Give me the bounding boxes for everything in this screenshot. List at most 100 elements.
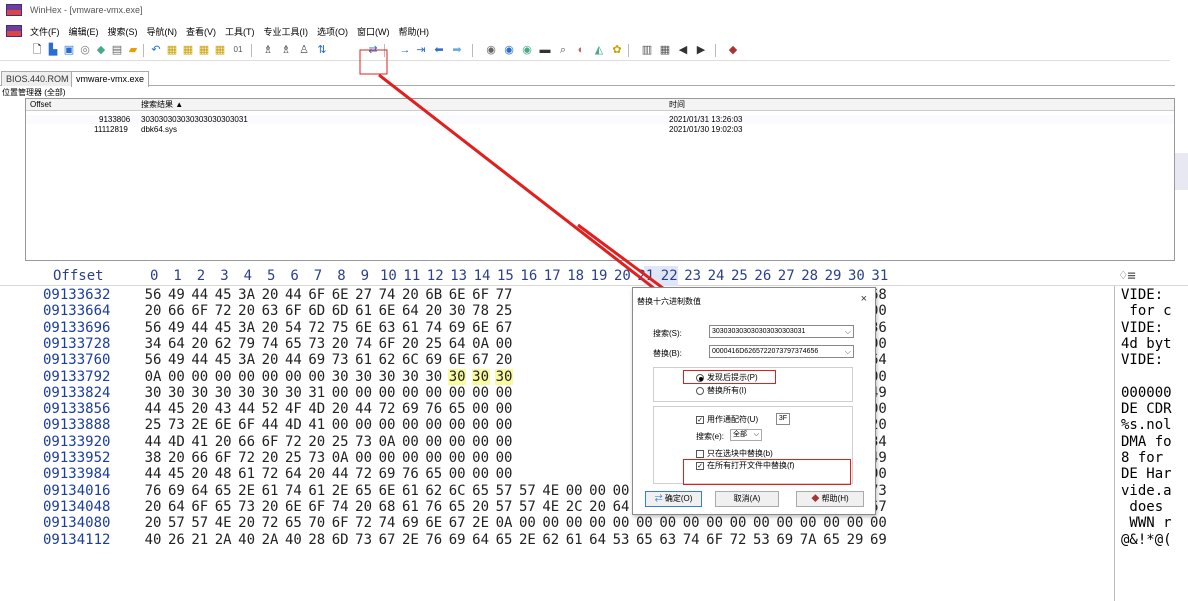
paste-block-icon[interactable]: ▦ <box>213 43 227 57</box>
wildcard-input[interactable]: 3F <box>776 413 790 425</box>
hex-byte[interactable]: 20 <box>425 303 443 319</box>
replace-hex-icon[interactable]: ⇅ <box>315 43 329 57</box>
hex-byte[interactable]: 45 <box>167 466 185 482</box>
hex-byte[interactable]: 74 <box>261 336 279 352</box>
hex-byte[interactable]: 3A <box>238 287 256 303</box>
position-manager-list[interactable]: Offset 搜索结果 ▲ 时间 9133806 303030303030303… <box>25 98 1175 261</box>
hex-byte[interactable]: 30 <box>238 385 256 401</box>
hex-byte[interactable]: 00 <box>612 483 630 499</box>
hex-byte[interactable]: 00 <box>355 450 373 466</box>
hex-byte[interactable]: 72 <box>214 303 232 319</box>
hex-byte[interactable]: 63 <box>659 532 677 548</box>
hex-byte[interactable]: 69 <box>308 352 326 368</box>
goto-end-icon[interactable]: ⇥ <box>414 43 428 57</box>
hex-byte[interactable]: 30 <box>144 385 162 401</box>
hex-byte[interactable]: 00 <box>472 450 490 466</box>
hex-byte[interactable]: 3A <box>238 352 256 368</box>
hex-byte[interactable]: 00 <box>401 417 419 433</box>
hex-byte[interactable]: 30 <box>167 385 185 401</box>
hex-byte[interactable]: 30 <box>284 385 302 401</box>
hex-byte[interactable]: 6F <box>238 417 256 433</box>
hex-byte[interactable]: 53 <box>612 532 630 548</box>
chevron-down-icon[interactable]: ⌵ <box>842 346 851 357</box>
hex-byte[interactable]: 65 <box>214 499 232 515</box>
back-icon[interactable]: ⬅ <box>432 43 446 57</box>
hex-row-text[interactable]: 000000 <box>1121 385 1172 401</box>
hex-byte[interactable]: 45 <box>167 401 185 417</box>
hex-byte[interactable]: 21 <box>191 532 209 548</box>
hex-byte[interactable]: 6F <box>706 532 724 548</box>
hex-byte[interactable]: 2E <box>238 483 256 499</box>
hex-byte[interactable]: 6D <box>331 303 349 319</box>
only-selection-checkbox[interactable]: 只在选块中替换(b) <box>696 448 773 459</box>
hex-byte[interactable]: 73 <box>331 352 349 368</box>
hex-byte[interactable]: 4E <box>214 515 232 531</box>
hex-byte[interactable]: 69 <box>448 532 466 548</box>
hex-byte[interactable]: 41 <box>191 434 209 450</box>
hex-byte[interactable]: 00 <box>472 434 490 450</box>
hex-editor[interactable]: Offset ♢≡ 0 1 2 3 4 5 6 7 8 9 10 11 12 13 14 15 16 17 18 19… <box>0 266 1188 601</box>
search-disk-icon[interactable]: ⌕ <box>556 43 570 57</box>
hex-byte[interactable]: 61 <box>565 532 583 548</box>
hex-byte[interactable]: 44 <box>331 466 349 482</box>
hex-byte[interactable]: 65 <box>448 499 466 515</box>
col-time-header[interactable]: 时间 <box>669 99 685 110</box>
hex-byte[interactable]: 6E <box>448 287 466 303</box>
hex-byte[interactable]: 69 <box>869 532 887 548</box>
hex-byte[interactable]: 40 <box>144 532 162 548</box>
hex-byte[interactable]: 6F <box>308 287 326 303</box>
hex-byte[interactable]: 00 <box>472 401 490 417</box>
hex-byte[interactable]: 20 <box>261 450 279 466</box>
hex-byte[interactable]: 00 <box>542 515 560 531</box>
hex-byte[interactable]: 00 <box>214 369 232 385</box>
hex-byte[interactable]: 00 <box>401 385 419 401</box>
find-hex-icon[interactable]: ♗ <box>279 43 293 57</box>
hex-byte[interactable]: 76 <box>425 499 443 515</box>
hex-byte[interactable]: 6F <box>191 499 209 515</box>
hex-byte[interactable]: 65 <box>635 532 653 548</box>
hex-byte[interactable]: 25 <box>284 450 302 466</box>
open-icon[interactable]: ▙ <box>46 43 60 57</box>
hex-byte[interactable]: 72 <box>308 320 326 336</box>
table-icon[interactable]: ▦ <box>658 43 672 57</box>
menu-tools[interactable]: 工具(T) <box>225 25 255 38</box>
hex-byte[interactable]: 76 <box>425 532 443 548</box>
hex-byte[interactable]: 7A <box>799 532 817 548</box>
menu-help[interactable]: 帮助(H) <box>399 25 430 38</box>
col-result-header[interactable]: 搜索结果 ▲ <box>141 99 183 110</box>
hex-byte[interactable]: 20 <box>355 499 373 515</box>
hex-byte[interactable]: 52 <box>261 401 279 417</box>
hex-byte[interactable]: 00 <box>331 417 349 433</box>
hex-byte[interactable]: 69 <box>448 320 466 336</box>
hex-byte[interactable]: 74 <box>284 483 302 499</box>
hex-byte[interactable]: 00 <box>378 385 396 401</box>
hex-row[interactable]: 09133792 0A 00 00 00 00 00 00 00 30 30 30 30 30 30 30 30… <box>0 368 1188 385</box>
hex-byte[interactable]: 56 <box>144 320 162 336</box>
hex-byte[interactable]: 63 <box>261 303 279 319</box>
hex-byte[interactable]: 66 <box>191 450 209 466</box>
hex-convert-icon[interactable]: 01 <box>231 43 245 57</box>
hex-row-text[interactable]: @&!*@( <box>1121 532 1172 548</box>
hex-byte[interactable]: 65 <box>472 483 490 499</box>
hex-byte[interactable]: 00 <box>472 385 490 401</box>
hex-byte[interactable]: 6E <box>284 499 302 515</box>
hex-byte[interactable]: 2E <box>191 417 209 433</box>
hex-byte[interactable]: 73 <box>355 532 373 548</box>
hex-byte[interactable]: 20 <box>589 499 607 515</box>
hex-byte[interactable]: 44 <box>284 352 302 368</box>
hex-byte[interactable]: 57 <box>495 499 513 515</box>
hex-byte[interactable]: 34 <box>144 336 162 352</box>
hex-byte[interactable]: 00 <box>308 369 326 385</box>
hex-byte[interactable]: 54 <box>284 320 302 336</box>
menu-window[interactable]: 窗口(W) <box>357 25 390 38</box>
hex-row[interactable]: 09134048 20 64 6F 65 73 20 6E 6F 74 20 68 61 76 65 20 57… <box>0 499 1188 515</box>
hex-byte[interactable]: 00 <box>659 515 677 531</box>
folder-icon[interactable]: ▰ <box>126 43 140 57</box>
hex-byte[interactable]: 44 <box>238 401 256 417</box>
chevron-down-icon[interactable]: ⌵ <box>754 430 759 440</box>
properties-icon[interactable]: ▤ <box>110 43 124 57</box>
hex-row-text[interactable]: DE CDR <box>1121 401 1172 417</box>
hex-row[interactable]: 09133760 56 49 44 45 3A 20 44 69 73 61 62 6C 69 6E 67 20… <box>0 352 1188 368</box>
hex-byte[interactable]: 76 <box>144 483 162 499</box>
hex-byte[interactable]: 20 <box>191 466 209 482</box>
